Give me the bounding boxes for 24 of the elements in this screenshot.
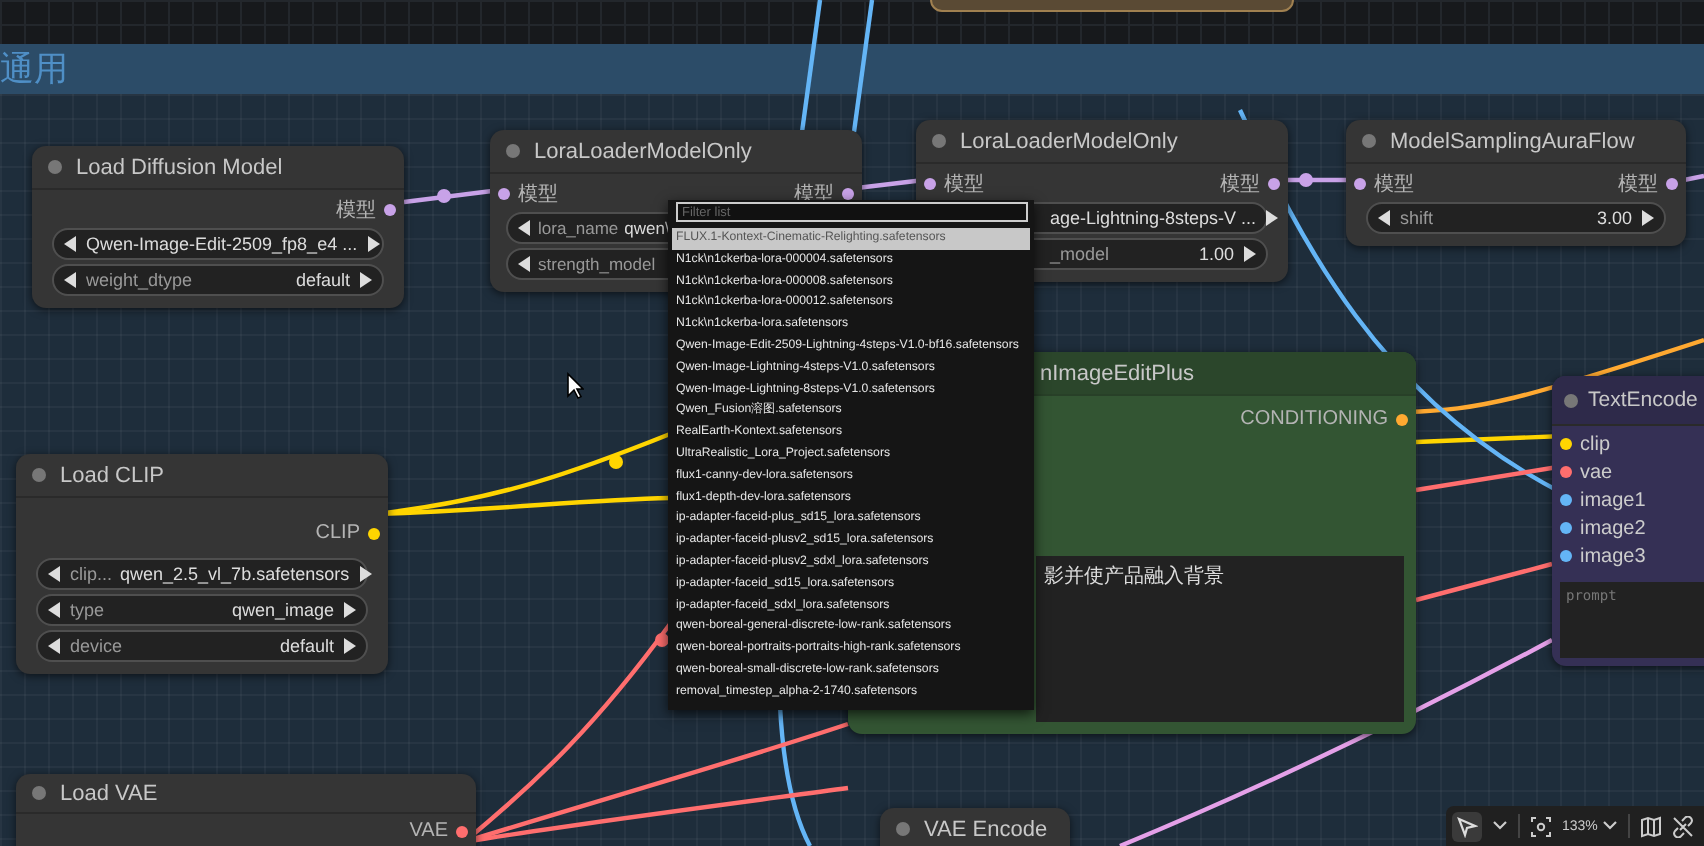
slot-label: image1: [1580, 489, 1646, 511]
node-title: VAE Encode: [924, 817, 1048, 841]
node-title: TextEncode: [1588, 388, 1698, 412]
node-title: nImageEditPlus: [1040, 361, 1195, 385]
node-title: ModelSamplingAuraFlow: [1390, 129, 1635, 153]
group-title: 通用: [0, 49, 68, 89]
slot-label: 模型: [336, 197, 376, 223]
slot-label: CLIP: [315, 522, 360, 544]
slot-label: 模型: [944, 171, 984, 197]
slot-label: image3: [1580, 545, 1646, 567]
slot-label: 模型: [1220, 171, 1260, 197]
node-title: LoraLoaderModelOnly: [960, 129, 1178, 153]
slot-label: clip: [1580, 433, 1611, 455]
node-title: Load CLIP: [60, 463, 164, 487]
slot-label: CONDITIONING: [1240, 408, 1388, 430]
node-title: LoraLoaderModelOnly: [534, 139, 752, 163]
slot-label: image2: [1580, 517, 1646, 539]
node-title: Load VAE: [60, 781, 158, 805]
slot-label: VAE: [409, 820, 448, 842]
slot-label: 模型: [518, 181, 558, 207]
slot-label: vae: [1580, 461, 1613, 483]
slot-label: 模型: [1618, 171, 1658, 197]
slot-label: 模型: [1374, 171, 1414, 197]
node-title: Load Diffusion Model: [76, 155, 283, 179]
